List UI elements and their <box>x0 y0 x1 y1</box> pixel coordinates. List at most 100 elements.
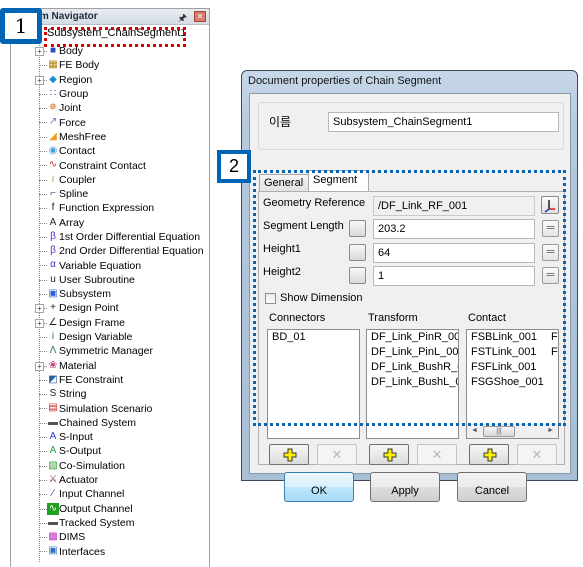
expand-icon[interactable]: + <box>35 304 44 314</box>
expand-icon[interactable]: + <box>35 75 44 85</box>
tree-item-actuator[interactable]: ⚔ Actuator <box>11 473 209 487</box>
tree-item-s-input[interactable]: A S-Input <box>11 430 209 444</box>
ok-button[interactable]: OK <box>284 472 354 502</box>
tree-connector <box>39 422 47 424</box>
list-item[interactable]: FSTLink_001 F <box>467 345 558 360</box>
tree-item-meshfree[interactable]: ◢ MeshFree <box>11 130 209 144</box>
segment-length-input[interactable]: 203.2 <box>373 219 535 239</box>
tree-item-1st-order-differential-equation[interactable]: β 1st Order Differential Equation <box>11 230 209 244</box>
tree-connector <box>39 265 47 267</box>
remove-transform-button[interactable]: ✕ <box>417 444 457 465</box>
tree-item-chained-system[interactable]: ▬ Chained System <box>11 416 209 430</box>
height1-expression-button[interactable]: ═ <box>542 244 559 261</box>
expand-icon[interactable]: + <box>35 47 44 56</box>
list-item[interactable]: DF_Link_BushL_001 <box>367 375 458 390</box>
scroll-left-icon[interactable]: ◄ <box>471 427 478 434</box>
list-item[interactable]: DF_Link_PinL_001 <box>367 345 458 360</box>
tree-item-fe-body[interactable]: ▦ FE Body <box>11 58 209 72</box>
tree-item-region[interactable]: + ◆ Region <box>11 73 209 87</box>
tree-item-2nd-order-differential-equation[interactable]: β 2nd Order Differential Equation <box>11 244 209 258</box>
add-connector-button[interactable] <box>269 444 309 465</box>
tree-item-array[interactable]: A Array <box>11 216 209 230</box>
contact-list[interactable]: FSBLink_001 F FSTLink_001 F FSFLink_001 FS… <box>466 329 559 439</box>
tree-item-material[interactable]: + ❀ Material <box>11 359 209 373</box>
scrollbar-thumb[interactable]: ||| <box>483 426 515 437</box>
function-expression-icon: f <box>51 202 55 214</box>
segment-length-expression-button[interactable]: ═ <box>542 220 559 237</box>
beta-icon: β <box>50 230 56 242</box>
apply-button[interactable]: Apply <box>370 472 440 502</box>
horizontal-scrollbar[interactable]: ◄ ||| ► <box>467 424 558 438</box>
cancel-button[interactable]: Cancel <box>457 472 527 502</box>
tree-item-interfaces[interactable]: ▣ Interfaces <box>11 544 209 558</box>
tree-item-coupler[interactable]: ≀ Coupler <box>11 173 209 187</box>
height2-input[interactable]: 1 <box>373 266 535 286</box>
tree-item-label: Input Channel <box>59 488 125 501</box>
connectors-label: Connectors <box>269 312 326 324</box>
remove-contact-button[interactable]: ✕ <box>517 444 557 465</box>
tree-item-co-simulation[interactable]: ▧ Co-Simulation <box>11 459 209 473</box>
tree-item-s-output[interactable]: A S-Output <box>11 444 209 458</box>
tree-item-design-variable[interactable]: i Design Variable <box>11 330 209 344</box>
tree-item-spline[interactable]: ⌐ Spline <box>11 187 209 201</box>
tree-item-label: FE Body <box>59 59 100 72</box>
tree-item-symmetric-manager[interactable]: Λ Symmetric Manager <box>11 344 209 358</box>
connectors-list[interactable]: BD_01 <box>267 329 360 439</box>
height1-parameter-button[interactable] <box>349 244 366 261</box>
segment-length-parameter-button[interactable] <box>349 220 366 237</box>
tree-item-string[interactable]: S String <box>11 387 209 401</box>
beta-double-icon: β <box>50 245 56 257</box>
tree-item-tracked-system[interactable]: ▬ Tracked System <box>11 516 209 530</box>
expand-icon[interactable]: + <box>35 361 44 371</box>
list-item[interactable]: BD_01 <box>268 330 359 345</box>
tree-item-constraint-contact[interactable]: ∿ Constraint Contact <box>11 158 209 172</box>
tree-item-variable-equation[interactable]: α Variable Equation <box>11 258 209 272</box>
select-geometry-button[interactable] <box>541 196 559 214</box>
tab-general[interactable]: General <box>259 174 309 191</box>
height2-expression-button[interactable]: ═ <box>542 267 559 284</box>
show-dimension-checkbox[interactable] <box>265 293 276 304</box>
list-item[interactable]: FSGShoe_001 <box>467 375 558 390</box>
annotation-badge-1: 1 <box>0 8 42 44</box>
pin-icon[interactable]: 🖈 <box>178 11 187 28</box>
tree-item-label: Design Point <box>59 302 119 315</box>
tree-item-user-subroutine[interactable]: u User Subroutine <box>11 273 209 287</box>
transform-list[interactable]: DF_Link_PinR_001 DF_Link_PinL_001 DF_Lin… <box>366 329 459 439</box>
list-item[interactable]: DF_Link_PinR_001 <box>367 330 458 345</box>
tree-item-input-channel[interactable]: ∕ Input Channel <box>11 487 209 501</box>
tree-item-group[interactable]: ∷ Group <box>11 87 209 101</box>
close-icon[interactable]: ✕ <box>194 11 206 22</box>
name-input[interactable]: Subsystem_ChainSegment1 <box>328 112 559 132</box>
tree-item-function-expression[interactable]: f Function Expression <box>11 201 209 215</box>
tree-item-label: Material <box>59 359 97 372</box>
scroll-right-icon[interactable]: ► <box>547 427 554 434</box>
remove-connector-button[interactable]: ✕ <box>317 444 357 465</box>
tree-item-simulation-scenario[interactable]: ▤ Simulation Scenario <box>11 401 209 415</box>
list-item[interactable]: FSFLink_001 <box>467 360 558 375</box>
add-transform-button[interactable] <box>369 444 409 465</box>
delete-icon: ✕ <box>331 447 343 462</box>
tree-item-design-point[interactable]: + + Design Point <box>11 301 209 315</box>
tree-item-force[interactable]: ↗ Force <box>11 115 209 129</box>
add-contact-button[interactable] <box>469 444 509 465</box>
tree-item-contact[interactable]: ◉ Contact <box>11 144 209 158</box>
design-point-icon: + <box>50 302 56 314</box>
tree-item-joint[interactable]: ✵ Joint <box>11 101 209 115</box>
tab-segment[interactable]: Segment <box>308 170 369 192</box>
tree-item-output-channel[interactable]: ∿ Output Channel <box>11 502 209 516</box>
tree-item-design-frame[interactable]: + ∠ Design Frame <box>11 316 209 330</box>
system-navigator-panel: tem Navigator 🖈 ✕ Subsystem_ChainSegment… <box>10 8 210 567</box>
tree-item-label: Variable Equation <box>59 259 142 272</box>
tree-item-fe-constraint[interactable]: ◩ FE Constraint <box>11 373 209 387</box>
tree-connector <box>39 279 47 281</box>
list-item[interactable]: FSBLink_001 F <box>467 330 558 345</box>
height2-parameter-button[interactable] <box>349 267 366 284</box>
tree-item-dims[interactable]: ▩ DIMS <box>11 530 209 544</box>
tree-connector <box>39 65 47 67</box>
geometry-reference-field[interactable]: /DF_Link_RF_001 <box>373 196 535 216</box>
list-item[interactable]: DF_Link_BushR_001 <box>367 360 458 375</box>
region-icon: ◆ <box>49 73 57 85</box>
tree-item-subsystem[interactable]: ▣ Subsystem <box>11 287 209 301</box>
expand-icon[interactable]: + <box>35 318 44 328</box>
height1-input[interactable]: 64 <box>373 243 535 263</box>
